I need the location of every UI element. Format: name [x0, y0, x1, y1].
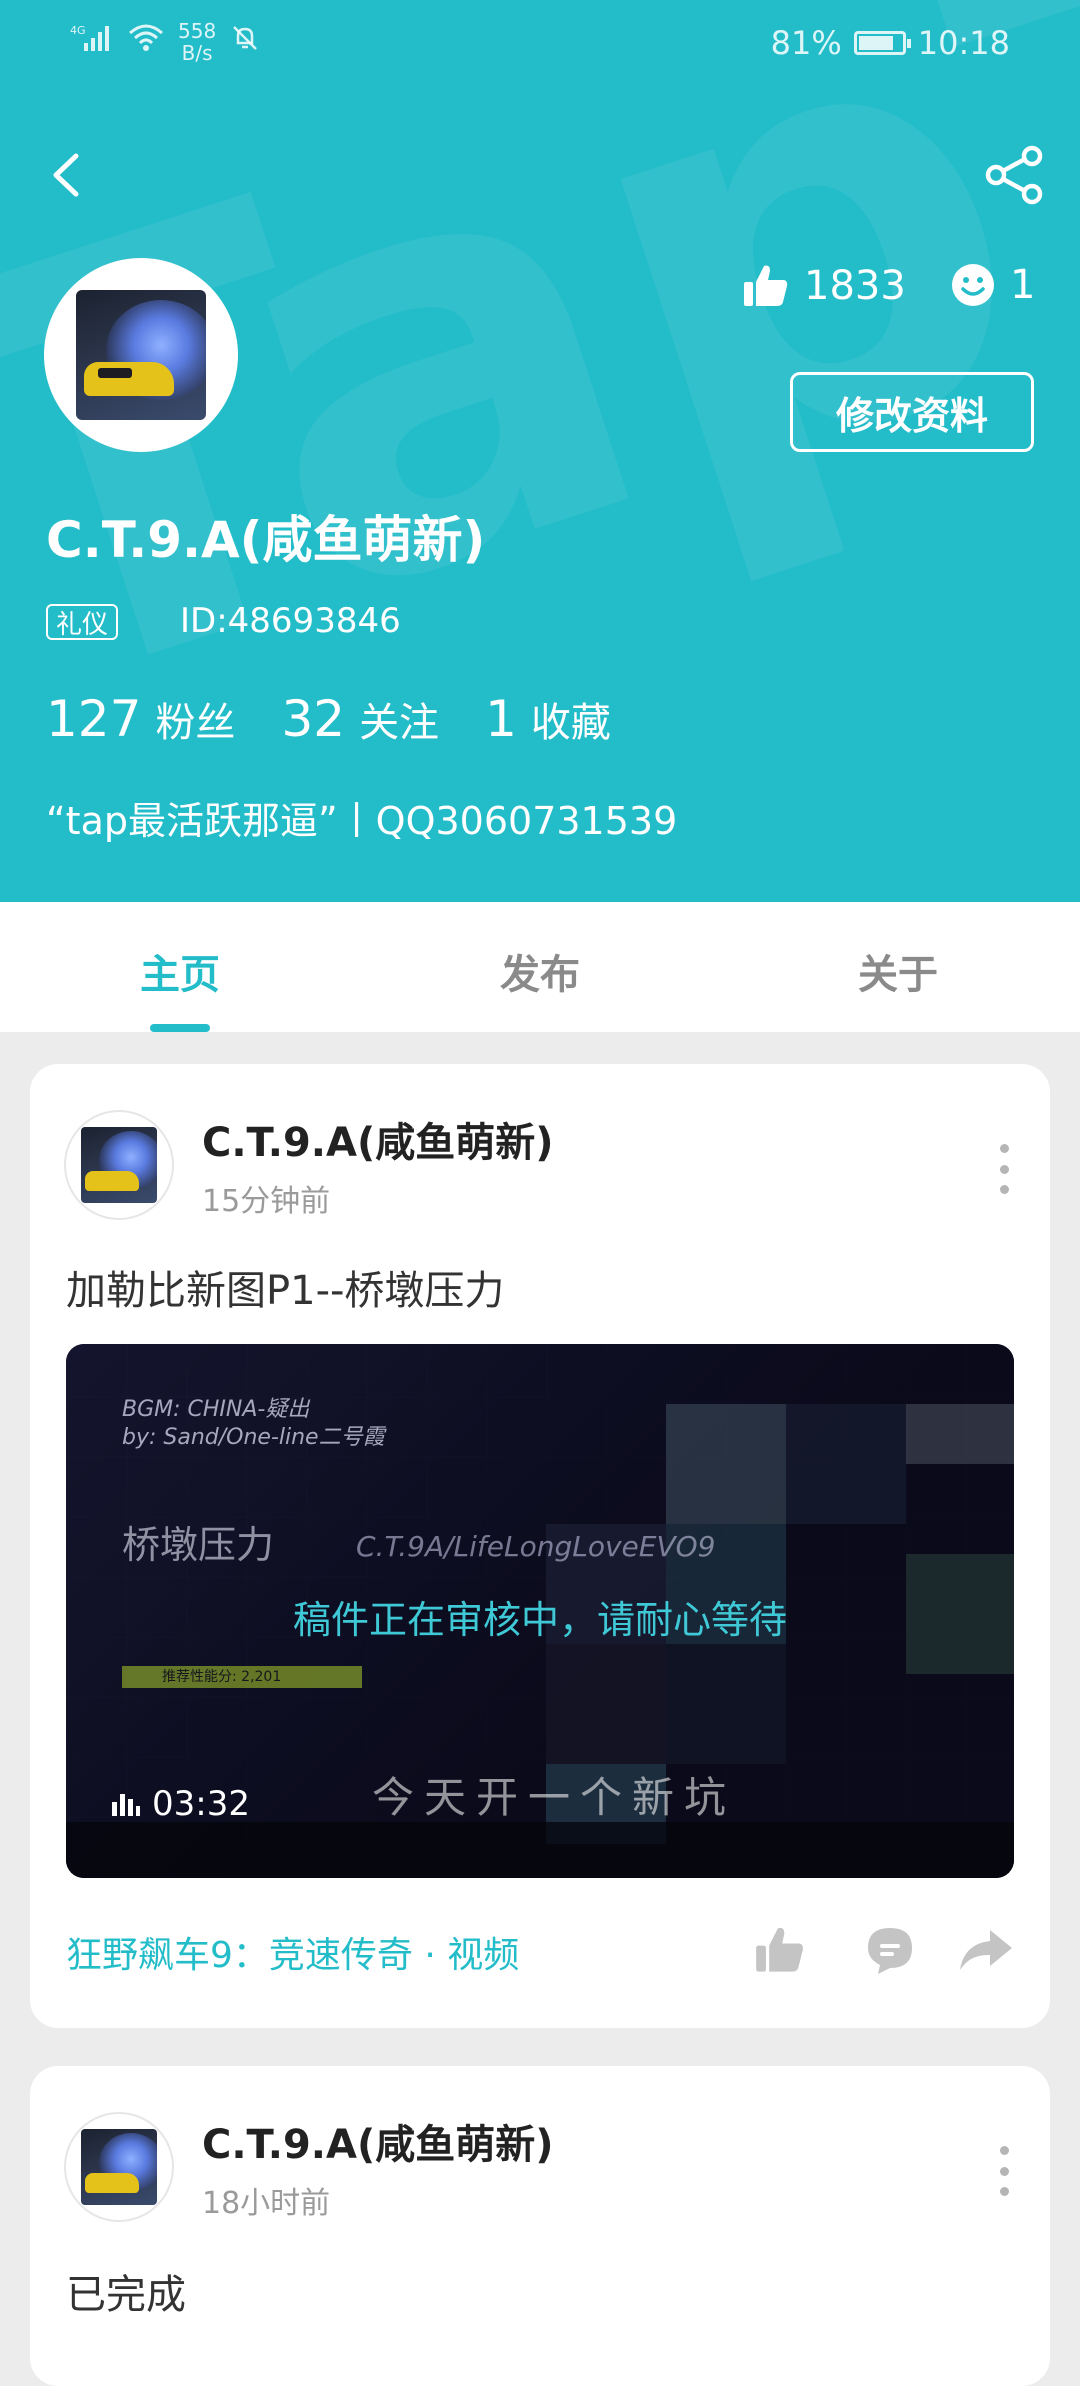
following-count[interactable]: 32 [281, 690, 345, 748]
active-tab-indicator [150, 1024, 210, 1032]
battery-percent: 81% [770, 24, 842, 62]
post-author-name[interactable]: C.T.9.A(咸鱼萌新) [202, 1110, 554, 1168]
review-notice: 稿件正在审核中，请耐心等待 [292, 1598, 787, 1642]
like-button[interactable] [754, 1924, 806, 1976]
favorites-count[interactable]: 1 [485, 690, 517, 748]
video-caption-overlay: 今天开一个新坑 [372, 1773, 737, 1822]
user-id: ID:48693846 [180, 601, 401, 641]
share-icon [985, 145, 1043, 205]
video-bgm-credit: BGM: CHINA-疑出 by: Sand/One-line二号霞 [122, 1397, 385, 1450]
profile-header: TapTap 4G 558 B/s 81% 10:18 1833 1 修改资料 … [0, 0, 1080, 902]
fans-label[interactable]: 粉丝 [155, 690, 235, 748]
signal-icon: 4G [70, 23, 114, 61]
thumbs-up-icon [744, 265, 788, 306]
mood-count: 1 [1010, 262, 1036, 308]
battery-icon [853, 31, 911, 55]
post-author-avatar[interactable] [64, 1110, 174, 1220]
svg-text:4G: 4G [70, 24, 86, 37]
post-time: 18小时前 [202, 2186, 331, 2221]
avatar[interactable] [44, 258, 238, 452]
profile-tabs: 主页 发布 关于 [0, 902, 1080, 1032]
post-card[interactable]: C.T.9.A(咸鱼萌新) 18小时前 已完成 [30, 2066, 1050, 2386]
game-tag[interactable]: 狂野飙车9：竞速传奇 · 视频 [66, 1926, 519, 1978]
post-card[interactable]: C.T.9.A(咸鱼萌新) 15分钟前 加勒比新图P1--桥墩压力 BGM: C… [30, 1064, 1050, 2028]
video-rating-bar: 推荐性能分: 2,201 [122, 1666, 362, 1688]
forward-arrow-icon [960, 1930, 1012, 1970]
network-speed: 558 B/s [178, 19, 217, 65]
comment-icon [868, 1928, 912, 1974]
video-title-overlay: 桥墩压力 [122, 1523, 275, 1567]
post-text[interactable]: 加勒比新图P1--桥墩压力 [66, 1258, 504, 1316]
edit-profile-button[interactable]: 修改资料 [790, 372, 1034, 452]
more-options-icon[interactable] [998, 2146, 1010, 2196]
wifi-icon [128, 23, 164, 61]
video-duration: 03:32 [110, 1784, 250, 1824]
fans-count[interactable]: 127 [46, 690, 141, 748]
mute-bell-icon [230, 23, 260, 61]
following-label[interactable]: 关注 [359, 690, 439, 748]
status-bar: 4G 558 B/s 81% 10:18 [0, 0, 1080, 90]
back-button[interactable] [40, 140, 100, 210]
comment-button[interactable] [864, 1924, 916, 1976]
share-button[interactable] [980, 140, 1050, 210]
video-signature-overlay: C.T.9A/LifeLongLoveEVO9 [356, 1530, 716, 1563]
post-text[interactable]: 已完成 [66, 2262, 186, 2320]
post-time: 15分钟前 [202, 1184, 331, 1219]
tab-posts[interactable]: 发布 [500, 942, 580, 1000]
back-arrow-icon [53, 153, 79, 197]
avatar-image [76, 290, 206, 420]
smiley-icon [952, 264, 994, 306]
likes-stat: 1833 [742, 262, 906, 310]
post-author-name[interactable]: C.T.9.A(咸鱼萌新) [202, 2112, 554, 2170]
likes-count: 1833 [804, 263, 906, 309]
clock: 10:18 [917, 24, 1010, 62]
post-author-avatar[interactable] [64, 2112, 174, 2222]
mood-stat: 1 [950, 262, 1035, 308]
thumbs-up-icon [756, 1927, 803, 1972]
video-player[interactable]: BGM: CHINA-疑出 by: Sand/One-line二号霞 桥墩压力 … [66, 1344, 1014, 1878]
follow-stats: 127 粉丝 32 关注 1 收藏 [46, 690, 657, 748]
tab-home[interactable]: 主页 [140, 942, 220, 1000]
profile-signature: “tap最活跃那逼”丨QQ3060731539 [46, 799, 678, 843]
favorites-label[interactable]: 收藏 [531, 690, 611, 748]
tab-about[interactable]: 关于 [858, 942, 938, 1000]
username: C.T.9.A(咸鱼萌新) [46, 511, 486, 569]
share-post-button[interactable] [958, 1924, 1012, 1976]
more-options-icon[interactable] [998, 1144, 1010, 1194]
bar-chart-icon [112, 1794, 140, 1816]
etiquette-badge[interactable]: 礼仪 [46, 604, 119, 640]
